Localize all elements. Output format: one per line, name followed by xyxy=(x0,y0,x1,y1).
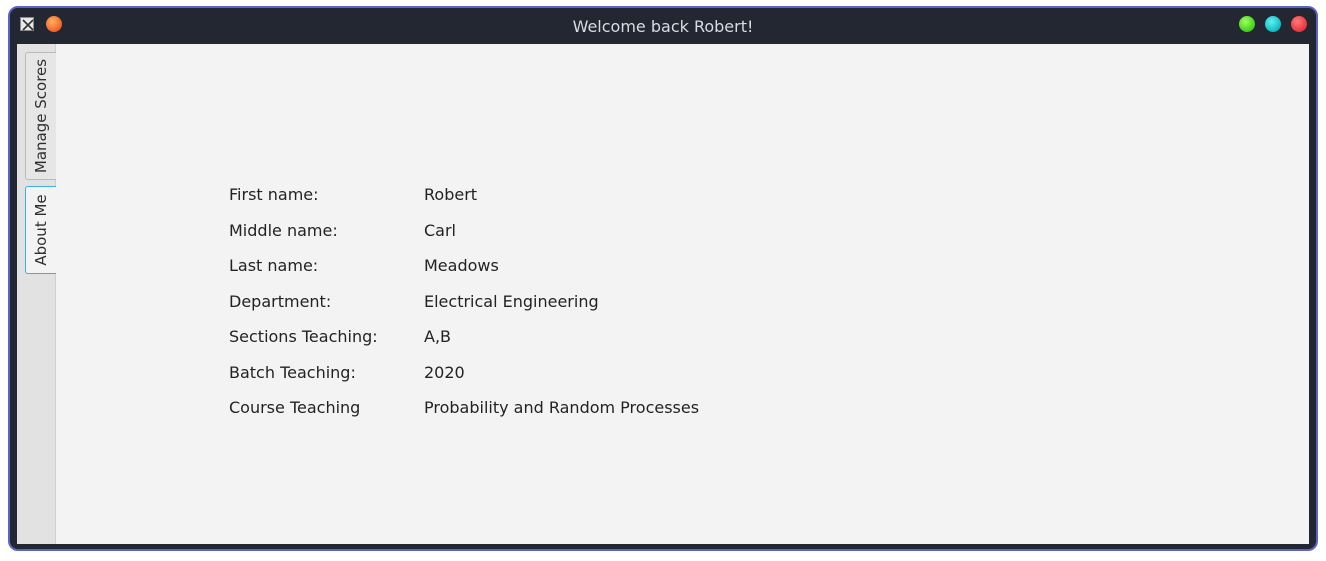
title-bar[interactable]: Welcome back Robert! xyxy=(10,8,1316,44)
window-content: Manage Scores About Me First name: Rober… xyxy=(17,44,1309,544)
middle-name-label: Middle name: xyxy=(229,221,338,240)
tab-label: About Me xyxy=(32,194,50,266)
first-name-value: Robert xyxy=(424,185,478,204)
window-title: Welcome back Robert! xyxy=(572,17,754,36)
sections-teaching-label: Sections Teaching: xyxy=(229,327,378,346)
close-icon[interactable] xyxy=(1291,16,1307,32)
maximize-icon[interactable] xyxy=(1265,16,1281,32)
batch-teaching-value: 2020 xyxy=(424,363,465,382)
department-value: Electrical Engineering xyxy=(424,292,599,311)
middle-name-value: Carl xyxy=(424,221,456,240)
app-window: Welcome back Robert! Manage Scores About… xyxy=(8,6,1318,551)
vertical-tab-bar: Manage Scores About Me xyxy=(17,44,56,544)
tab-manage-scores[interactable]: Manage Scores xyxy=(25,52,56,180)
minimize-icon[interactable] xyxy=(1239,16,1255,32)
batch-teaching-label: Batch Teaching: xyxy=(229,363,356,382)
sections-teaching-value: A,B xyxy=(424,327,452,346)
first-name-label: First name: xyxy=(229,185,319,204)
tab-label: Manage Scores xyxy=(32,58,50,174)
last-name-value: Meadows xyxy=(424,256,499,275)
course-teaching-label: Course Teaching xyxy=(229,398,361,417)
tab-about-me[interactable]: About Me xyxy=(25,186,56,274)
course-teaching-value: Probability and Random Processes xyxy=(424,398,700,417)
last-name-label: Last name: xyxy=(229,256,319,275)
department-label: Department: xyxy=(229,292,332,311)
